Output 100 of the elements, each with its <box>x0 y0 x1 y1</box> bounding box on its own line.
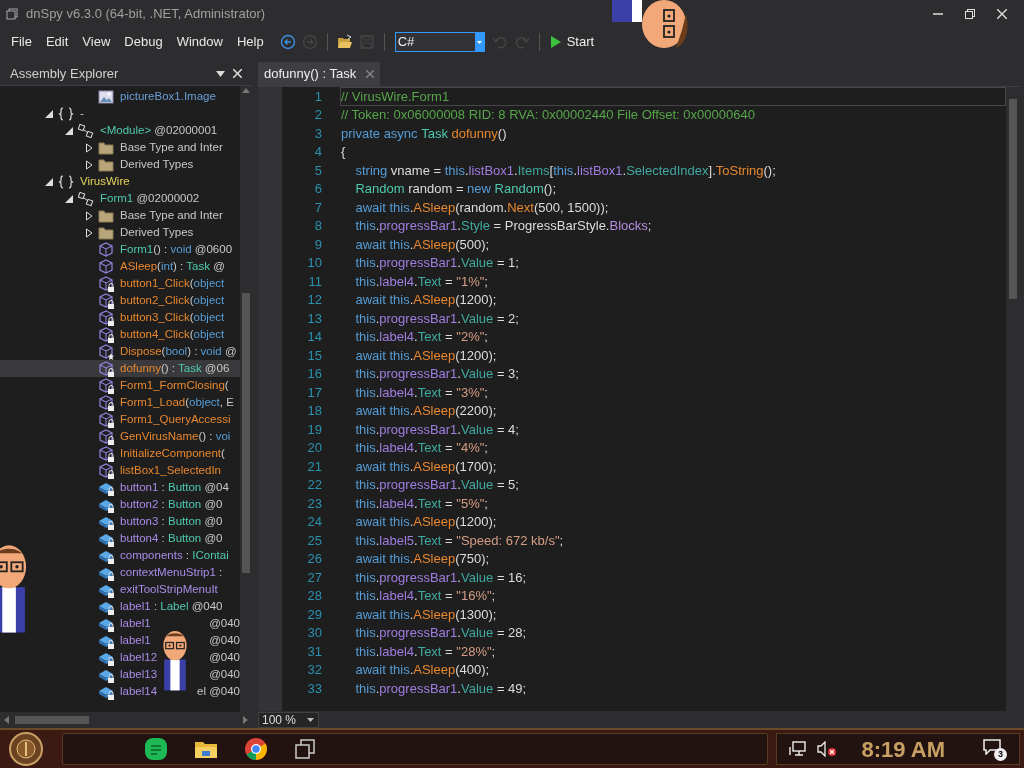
locked-cube-icon <box>98 275 114 292</box>
locked-cube-icon <box>98 428 114 445</box>
tree-item-label: exitToolStripMenuIt <box>120 581 218 597</box>
menu-item[interactable]: Window <box>169 31 230 53</box>
code-line: this.label4.Text = "3%"; <box>354 383 489 402</box>
folder-icon <box>98 224 114 241</box>
code-line: // Token: 0x06000008 RID: 8 RVA: 0x00002440 File Offset: 0x00000640 <box>340 106 756 124</box>
folder-icon <box>98 139 114 156</box>
task-view-icon[interactable] <box>293 737 317 761</box>
collapsed-arrow-icon[interactable] <box>84 159 94 170</box>
tree-item[interactable]: <Module> @02000001 <box>64 122 218 139</box>
tree-item[interactable]: label1 : Label @040 <box>84 598 223 615</box>
code-line: private async Task dofunny() <box>340 124 508 143</box>
line-number: 32 <box>306 661 322 679</box>
tree-item[interactable]: pictureBox1.Image <box>84 88 216 105</box>
expanded-arrow-icon[interactable] <box>64 125 74 136</box>
tree-item[interactable]: dofunny() : Task @06 <box>84 360 230 377</box>
tree-item-label: button2 : Button @0 <box>120 496 223 512</box>
browser-icon[interactable] <box>243 736 269 762</box>
expanded-arrow-icon[interactable] <box>44 108 54 119</box>
code-line: await this.ASleep(2200); <box>354 402 498 420</box>
tree-item[interactable]: button1 : Button @04 <box>84 479 229 496</box>
tree-item[interactable]: label13 <box>84 666 158 683</box>
collapsed-arrow-icon[interactable] <box>84 142 94 153</box>
clock[interactable]: 8:19 AM <box>861 732 945 766</box>
scrollbar-thumb[interactable] <box>15 716 89 724</box>
class-icon <box>78 190 94 207</box>
tree-item[interactable]: button3_Click(object <box>84 309 225 326</box>
notification-button[interactable]: 3 <box>981 737 1007 761</box>
tree-item[interactable]: label1 <box>84 632 151 649</box>
tree-item[interactable]: Form1 @02000002 <box>64 190 200 207</box>
code-line: this.label4.Text = "4%"; <box>354 439 489 457</box>
braces-icon <box>58 105 74 122</box>
panel-title: Assembly Explorer <box>10 64 119 83</box>
tree-item[interactable]: Form1_Load(object, E <box>84 394 234 411</box>
scroll-left-icon[interactable] <box>4 716 9 724</box>
muted-speaker-icon[interactable] <box>817 741 838 757</box>
line-number: 26 <box>306 550 322 568</box>
editor-tab[interactable]: dofunny() : Task <box>258 62 381 86</box>
start-button[interactable]: Start <box>545 31 599 53</box>
caret-icon <box>307 717 314 722</box>
tree-item[interactable]: button3 : Button @0 <box>84 513 223 530</box>
tree-item[interactable]: Derived Types <box>84 224 194 241</box>
menu-item[interactable]: Help <box>229 31 271 53</box>
menu-item[interactable]: File <box>4 31 39 53</box>
menu-item[interactable]: Edit <box>38 31 76 53</box>
tree-item-label: button3 : Button @0 <box>120 513 223 529</box>
horizontal-scrollbar[interactable] <box>0 712 252 728</box>
dropdown-icon[interactable] <box>216 70 225 77</box>
tree-item[interactable]: label1 <box>84 615 151 632</box>
scroll-right-icon[interactable] <box>243 716 248 724</box>
tree-item[interactable]: label12 <box>84 649 158 666</box>
line-number: 33 <box>306 679 322 698</box>
expanded-arrow-icon[interactable] <box>64 193 74 204</box>
code-line: this.progressBar1.Value = 49; <box>354 679 528 698</box>
tree-item[interactable]: ASleep(int) : Task @ <box>84 258 225 275</box>
tree-item[interactable]: Base Type and Inter <box>84 139 223 156</box>
network-icon[interactable] <box>789 741 808 757</box>
tree-item[interactable]: - <box>44 105 84 122</box>
tree-item[interactable]: button2 : Button @0 <box>84 496 223 513</box>
braces-icon <box>58 173 74 190</box>
tree-item-label: Derived Types <box>120 224 194 240</box>
tree-item[interactable]: GenVirusName() : voi <box>84 428 231 445</box>
language-dropdown[interactable]: C# <box>394 32 485 52</box>
code-line: this.label4.Text = "28%"; <box>354 642 497 661</box>
line-number: 15 <box>306 346 322 365</box>
tree-item[interactable]: Form1() : void @0600 <box>84 241 233 258</box>
tree-item[interactable]: Derived Types <box>84 156 194 173</box>
tree-item[interactable]: exitToolStripMenuIt <box>84 581 218 598</box>
menu-item[interactable]: View <box>75 31 118 53</box>
code-line: await this.ASleep(1200); <box>354 513 498 531</box>
zoom-dropdown[interactable]: 100 % <box>258 711 319 728</box>
redo-icon <box>513 34 530 50</box>
tree-item[interactable]: components : IContai <box>84 547 229 564</box>
tree-item[interactable]: InitializeComponent( <box>84 445 225 462</box>
collapsed-arrow-icon[interactable] <box>84 227 94 238</box>
line-number: 14 <box>306 328 322 346</box>
line-number: 16 <box>306 365 322 383</box>
code-line: this.label4.Text = "16%"; <box>354 587 497 605</box>
expanded-arrow-icon[interactable] <box>44 176 54 187</box>
tree-item[interactable]: Form1_FormClosing( <box>84 377 229 394</box>
tree-item[interactable]: button1_Click(object <box>84 275 225 292</box>
tree-item[interactable]: button2_Click(object <box>84 292 225 309</box>
scroll-up-icon[interactable] <box>242 88 250 93</box>
tree-item[interactable]: Dispose(bool) : void @ <box>84 343 237 360</box>
tree-item[interactable]: button4 : Button @0 <box>84 530 223 547</box>
scrollbar-thumb[interactable] <box>1009 99 1017 299</box>
tree-item[interactable]: Form1_QueryAccessi <box>84 411 231 428</box>
tree-item[interactable]: label14 <box>84 683 158 700</box>
scrollbar-thumb[interactable] <box>242 293 250 573</box>
tree-item[interactable]: listBox1_SelectedIn <box>84 462 221 479</box>
menu-item[interactable]: Debug <box>117 31 170 53</box>
code-line: string vname = this.listBox1.Items[this.listBox1.SelectedIndex].ToString(); <box>354 161 777 180</box>
tree-item-label: Form1() : void @0600 <box>120 241 233 257</box>
notes-app-icon[interactable] <box>143 736 169 762</box>
tree-item[interactable]: Base Type and Inter <box>84 207 223 224</box>
collapsed-arrow-icon[interactable] <box>84 210 94 221</box>
tree-item[interactable]: contextMenuStrip1 : <box>84 564 223 581</box>
tree-item[interactable]: button4_Click(object <box>84 326 225 343</box>
tree-item[interactable]: VirusWire <box>44 173 130 190</box>
